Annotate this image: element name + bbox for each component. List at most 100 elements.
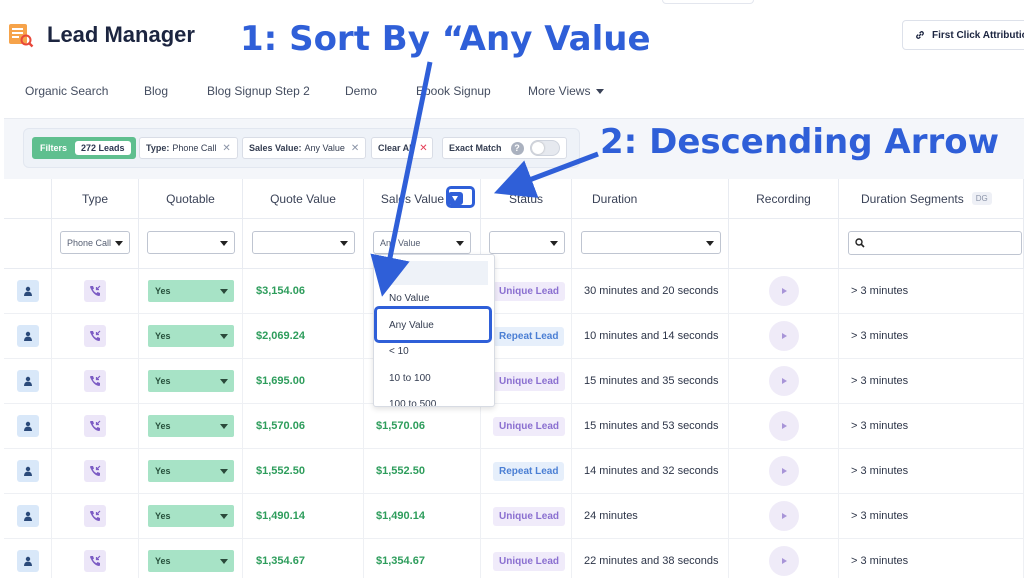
row-quotable-cell: Yes [139, 314, 243, 359]
status-badge: Unique Lead [493, 281, 566, 301]
status-badge: Repeat Lead [493, 461, 565, 481]
sales-value-filter-select[interactable]: Any Value [373, 231, 471, 254]
filters-button[interactable]: Filters 272 Leads [32, 137, 136, 159]
dropdown-highlight [380, 261, 488, 285]
chevron-down-icon [706, 241, 714, 246]
person-icon[interactable] [17, 370, 39, 392]
quotable-select[interactable]: Yes [148, 550, 234, 572]
status-filter-select[interactable] [489, 231, 565, 254]
help-icon[interactable]: ? [510, 141, 524, 155]
row-recording-cell [729, 494, 839, 539]
person-icon[interactable] [17, 505, 39, 527]
row-sales-value-cell: $1,570.06 [364, 404, 481, 449]
close-icon: ✕ [419, 142, 428, 154]
row-type-cell [52, 494, 139, 539]
duration-value: 22 minutes and 38 seconds [584, 555, 719, 567]
quotable-filter-select[interactable] [147, 231, 235, 254]
tab-organic-search[interactable]: Organic Search [25, 84, 108, 98]
status-badge: Unique Lead [493, 506, 566, 526]
option-10-to-100[interactable]: 10 to 100 [389, 373, 431, 384]
option-100-to-500[interactable]: 100 to 500 [389, 399, 436, 406]
quotable-select[interactable]: Yes [148, 415, 234, 437]
play-icon[interactable] [768, 456, 799, 486]
play-icon[interactable] [768, 276, 799, 306]
row-type-cell [52, 539, 139, 578]
duration-filter-select[interactable] [581, 231, 721, 254]
search-icon [855, 238, 865, 248]
duration-value: 15 minutes and 35 seconds [584, 375, 719, 387]
play-icon[interactable] [768, 411, 799, 441]
header-type[interactable]: Type [52, 179, 139, 219]
tab-blog-signup-step-2[interactable]: Blog Signup Step 2 [207, 84, 310, 98]
filter-bar: Filters 272 Leads Type: Phone Call ✕ Sal… [23, 128, 580, 168]
header-duration[interactable]: Duration [572, 179, 729, 219]
quotable-select[interactable]: Yes [148, 325, 234, 347]
header-duration-segments[interactable]: Duration Segments DG [839, 179, 1024, 219]
sales-value-filter-chip[interactable]: Sales Value: Any Value ✕ [242, 137, 367, 159]
quote-value: $2,069.24 [256, 330, 305, 342]
duration-value: 15 minutes and 53 seconds [584, 420, 719, 432]
chevron-down-icon [220, 334, 228, 339]
option-no-value[interactable]: No Value [389, 293, 429, 304]
person-icon[interactable] [17, 280, 39, 302]
row-segment-cell: > 3 minutes [839, 269, 1024, 314]
duration-segment-value: > 3 minutes [851, 285, 909, 297]
status-badge: Repeat Lead [493, 326, 565, 346]
chevron-down-icon [340, 241, 348, 246]
quotable-select[interactable]: Yes [148, 460, 234, 482]
play-icon[interactable] [768, 501, 799, 531]
row-segment-cell: > 3 minutes [839, 314, 1024, 359]
exact-match-toggle[interactable] [529, 140, 560, 156]
row-type-cell [52, 359, 139, 404]
status-badge: Unique Lead [493, 416, 566, 436]
duration-value: 30 minutes and 20 seconds [584, 285, 719, 297]
type-filter-select[interactable]: Phone Call [60, 231, 130, 254]
header-recording[interactable]: Recording [729, 179, 839, 219]
quote-value-filter-select[interactable] [252, 231, 355, 254]
filters-label: Filters [40, 143, 68, 153]
filter-cell-duration [572, 219, 729, 269]
close-icon[interactable]: ✕ [351, 143, 359, 154]
person-icon[interactable] [17, 415, 39, 437]
row-type-cell [52, 404, 139, 449]
tab-demo[interactable]: Demo [345, 84, 377, 98]
header-quotable[interactable]: Quotable [139, 179, 243, 219]
header-status[interactable]: Status [481, 179, 572, 219]
quotable-value: Yes [155, 466, 171, 476]
header-quote-value[interactable]: Quote Value [243, 179, 364, 219]
tab-more-views[interactable]: More Views [528, 84, 605, 98]
row-quote-value-cell: $1,695.00 [243, 359, 364, 404]
quotable-value: Yes [155, 376, 171, 386]
duration-segment-value: > 3 minutes [851, 555, 909, 567]
segments-search-input[interactable] [848, 231, 1022, 255]
play-icon[interactable] [768, 321, 799, 351]
quote-value: $1,695.00 [256, 375, 305, 387]
person-icon[interactable] [17, 460, 39, 482]
quotable-select[interactable]: Yes [148, 505, 234, 527]
row-duration-cell: 30 minutes and 20 seconds [572, 269, 729, 314]
clear-all-button[interactable]: Clear All ✕ [371, 137, 433, 159]
play-icon[interactable] [768, 366, 799, 396]
quotable-select[interactable]: Yes [148, 370, 234, 392]
chevron-down-icon [596, 89, 605, 95]
tab-blog[interactable]: Blog [144, 84, 168, 98]
row-contact-cell [4, 494, 52, 539]
person-icon[interactable] [17, 325, 39, 347]
play-icon[interactable] [768, 546, 799, 576]
sales-value: $1,354.67 [376, 555, 425, 567]
quotable-select[interactable]: Yes [148, 280, 234, 302]
close-icon[interactable]: ✕ [222, 143, 230, 154]
row-quotable-cell: Yes [139, 494, 243, 539]
duration-segment-value: > 3 minutes [851, 510, 909, 522]
first-click-attribution-button[interactable]: First Click Attribution [902, 20, 1024, 50]
option-less-than-10[interactable]: < 10 [389, 346, 409, 357]
tab-ebook-signup[interactable]: Ebook Signup [416, 84, 491, 98]
sales-value: $1,490.14 [376, 510, 425, 522]
quote-value: $3,154.06 [256, 285, 305, 297]
type-filter-chip[interactable]: Type: Phone Call ✕ [139, 137, 238, 159]
chevron-down-icon [220, 469, 228, 474]
person-icon[interactable] [17, 550, 39, 572]
clear-all-label: Clear All [378, 143, 415, 153]
annotation-step2: 2: Descending Arrow [600, 122, 1000, 162]
sort-arrow-highlight-box [446, 186, 475, 208]
